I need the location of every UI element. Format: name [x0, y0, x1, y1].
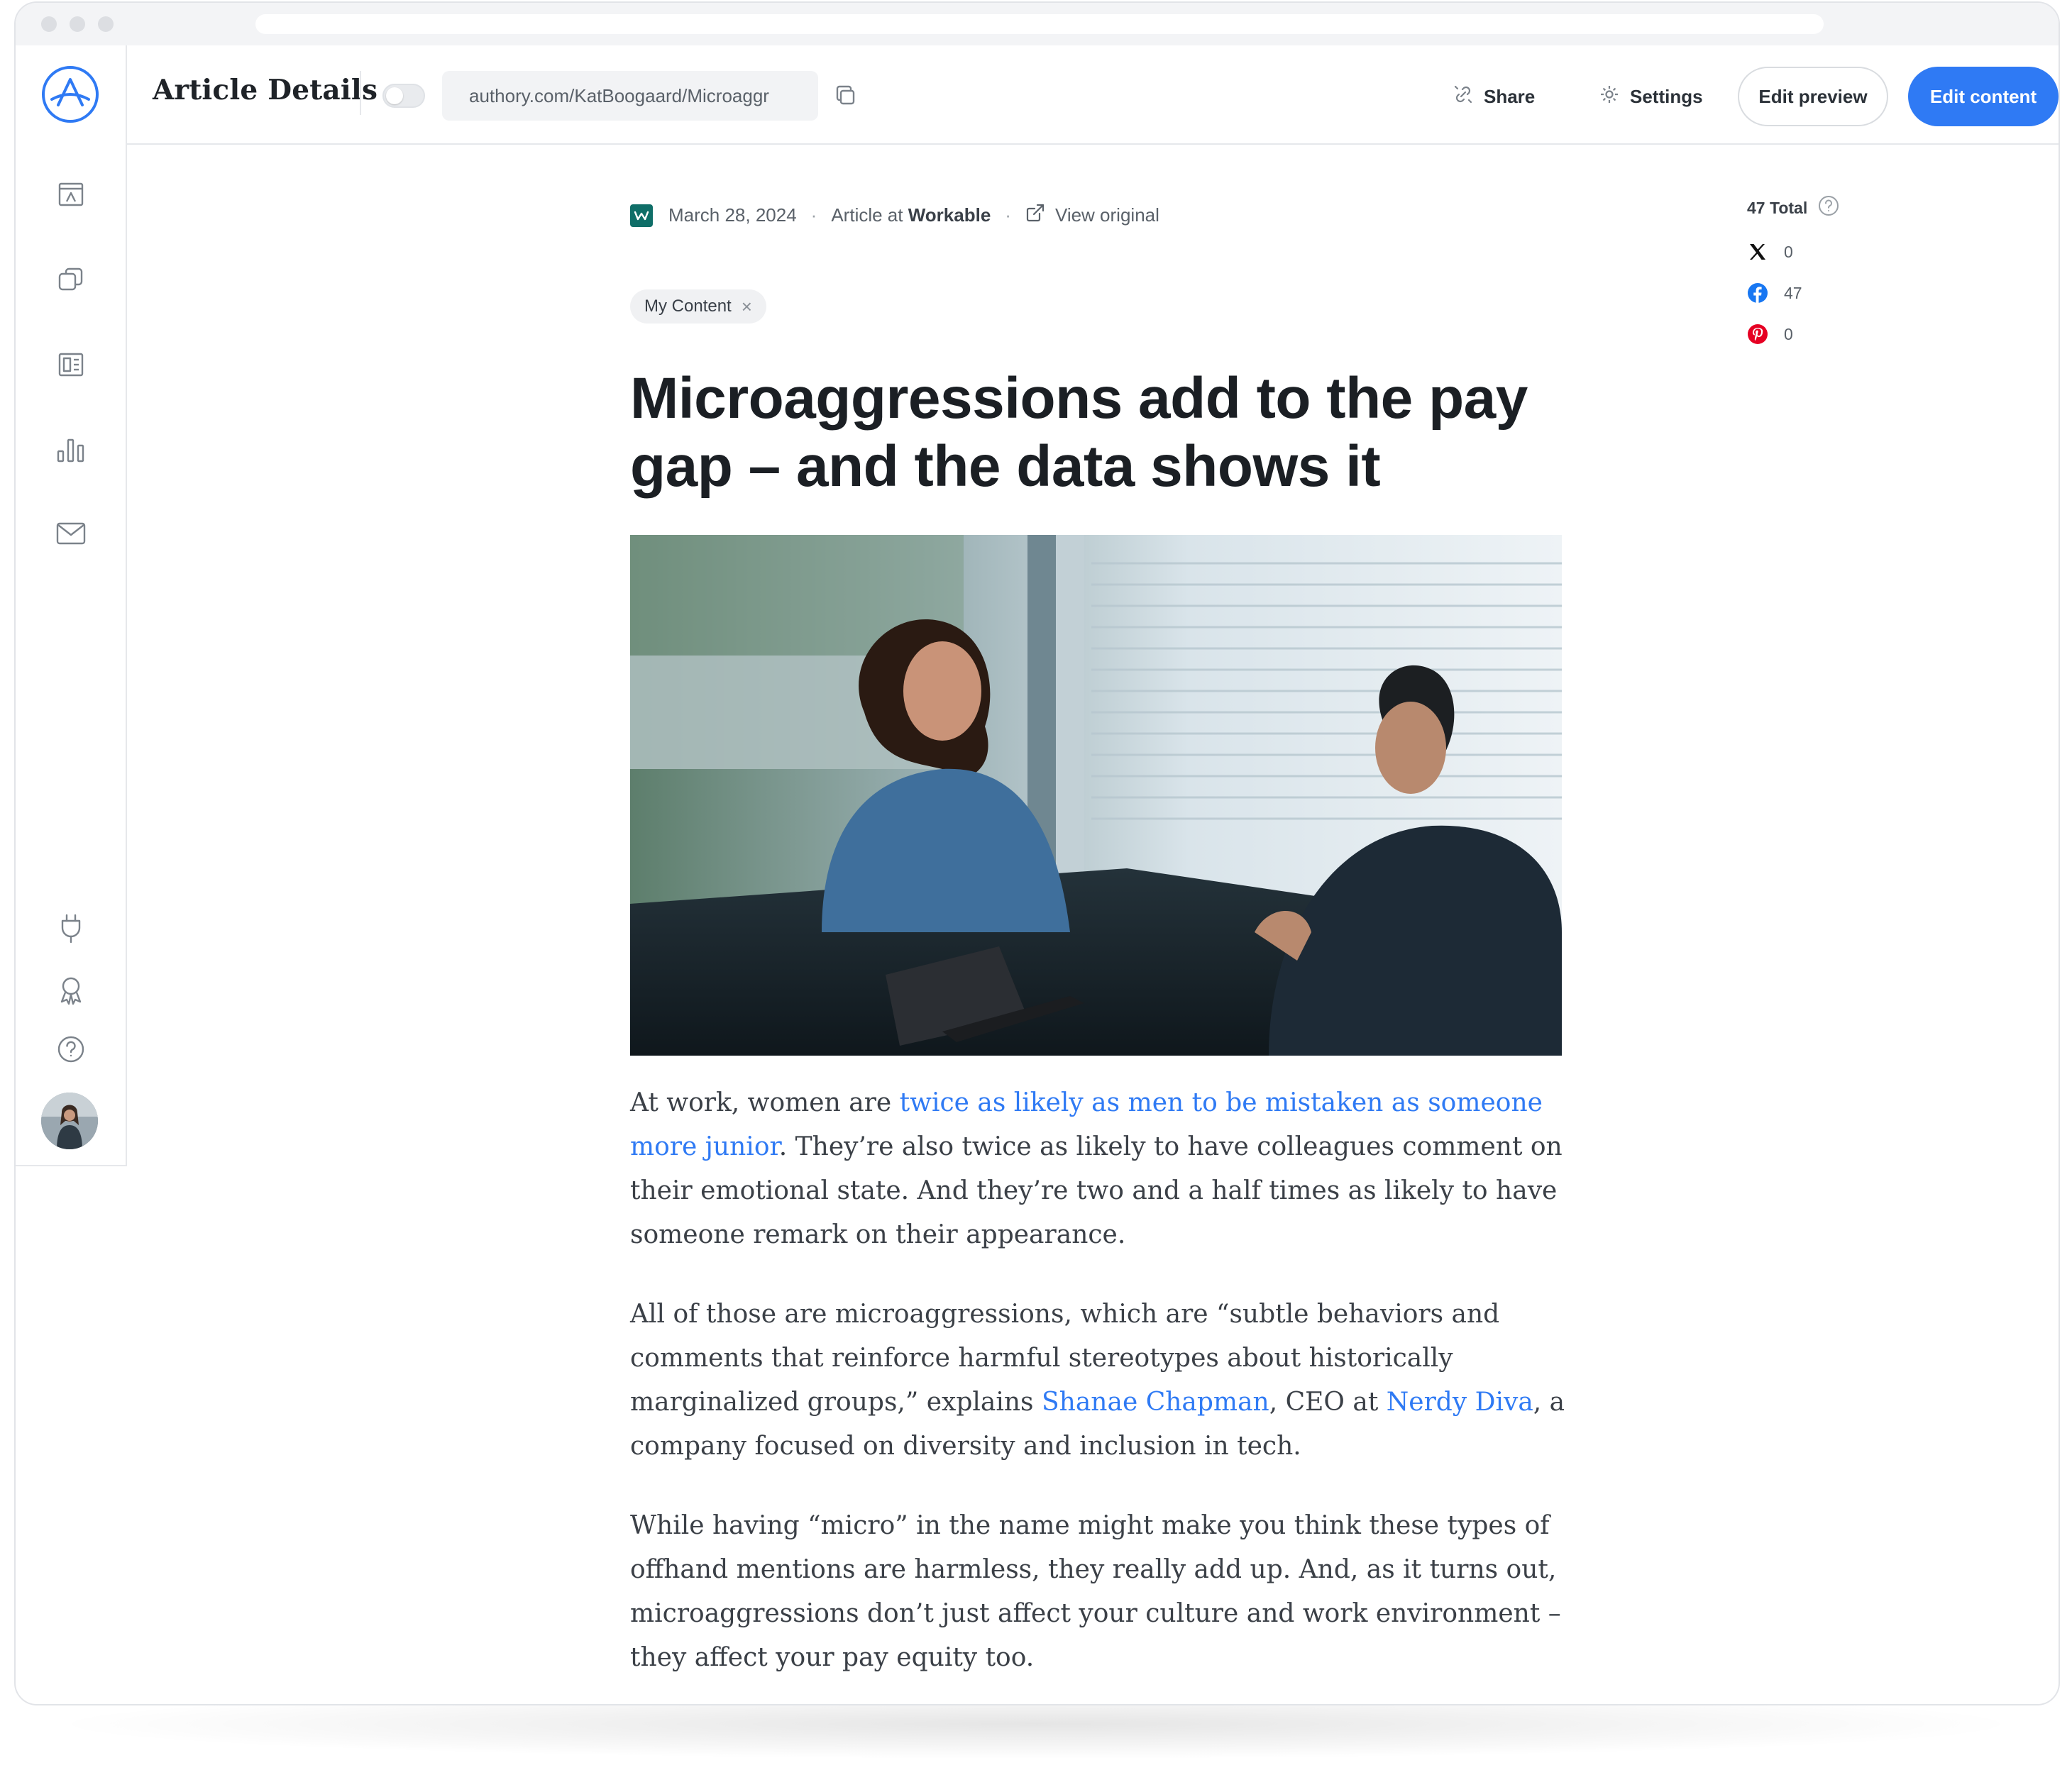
article-date: March 28, 2024	[668, 204, 797, 226]
header-divider	[360, 71, 361, 115]
help-circle-icon[interactable]	[1817, 194, 1840, 221]
authory-logo[interactable]	[40, 64, 101, 125]
copy-stack-icon	[57, 265, 85, 294]
mail-icon	[55, 519, 87, 548]
article-meta: March 28, 2024 · Article at Workable · V…	[630, 203, 1159, 228]
sidebar	[16, 45, 127, 1166]
article-url-field[interactable]: authory.com/KatBoogaard/Microaggr	[442, 71, 818, 121]
share-count: 47	[1784, 283, 1802, 302]
sidebar-item-messages[interactable]	[55, 519, 87, 548]
sidebar-item-collections[interactable]	[57, 265, 85, 294]
settings-label: Settings	[1630, 85, 1703, 107]
meta-separator: ·	[810, 204, 817, 226]
article-title: Microaggressions add to the pay gap – an…	[630, 366, 1528, 499]
view-original-label: View original	[1054, 204, 1159, 226]
share-label: Share	[1484, 85, 1536, 107]
article-publication[interactable]: Workable	[908, 204, 991, 226]
edit-content-button[interactable]: Edit content	[1908, 67, 2059, 126]
article-paragraph: At work, women are twice as likely as me…	[630, 1081, 1595, 1257]
page-title: Article Details	[153, 74, 378, 106]
share-stat-pinterest: 0	[1747, 324, 1840, 345]
paragraph-text: , CEO at	[1269, 1388, 1387, 1417]
facebook-icon	[1747, 282, 1768, 304]
share-total-label: 47 Total	[1747, 198, 1808, 217]
article-paragraph: While having “micro” in the name might m…	[630, 1511, 1561, 1672]
meta-separator: ·	[1005, 204, 1011, 226]
article-type-prefix: Article at	[831, 204, 908, 226]
window-close-dot[interactable]	[41, 16, 57, 32]
sidebar-item-help[interactable]	[56, 1034, 86, 1064]
view-original-link[interactable]: View original	[1025, 203, 1159, 228]
page-header: Article Details authory.com/KatBoogaard/…	[127, 45, 2059, 145]
share-count: 0	[1784, 324, 1793, 343]
sidebar-item-newsletters[interactable]	[57, 350, 85, 379]
paragraph-text: At work, women are	[630, 1088, 900, 1117]
remove-tag-icon[interactable]: ×	[742, 296, 752, 318]
sidebar-item-integrations[interactable]	[57, 912, 85, 944]
gear-icon	[1599, 84, 1620, 110]
content-tag[interactable]: My Content ×	[630, 289, 766, 324]
portfolio-icon	[57, 180, 85, 209]
avatar[interactable]	[41, 1093, 98, 1149]
browser-address-bar[interactable]	[255, 14, 1824, 34]
share-stats-total: 47 Total	[1747, 194, 1840, 221]
external-link-icon	[1025, 203, 1045, 228]
copy-icon[interactable]	[834, 84, 858, 108]
window-maximize-dot[interactable]	[98, 16, 114, 32]
edit-preview-button[interactable]: Edit preview	[1738, 67, 1888, 126]
article-hero-image	[630, 535, 1562, 1056]
workable-favicon-icon	[630, 204, 653, 227]
inline-link[interactable]: Shanae Chapman	[1042, 1388, 1269, 1417]
x-icon	[1747, 241, 1768, 262]
award-icon	[57, 975, 85, 1006]
plug-icon	[57, 912, 85, 944]
share-count: 0	[1784, 242, 1793, 261]
browser-titlebar	[16, 3, 2059, 45]
newspaper-icon	[57, 350, 85, 379]
pinterest-icon	[1747, 324, 1768, 345]
article-paragraph: All of those are microaggressions, which…	[630, 1293, 1595, 1469]
sidebar-item-achievements[interactable]	[57, 975, 85, 1006]
visibility-toggle[interactable]	[382, 84, 425, 108]
share-stat-facebook: 47	[1747, 282, 1840, 304]
content-tag-label: My Content	[644, 297, 732, 316]
browser-window: Article Details authory.com/KatBoogaard/…	[14, 1, 2060, 1705]
sidebar-item-analytics[interactable]	[55, 436, 87, 464]
help-circle-icon	[56, 1034, 86, 1064]
share-stat-x: 0	[1747, 241, 1840, 262]
sidebar-item-portfolio[interactable]	[57, 180, 85, 209]
inline-link[interactable]: Nerdy Diva	[1387, 1388, 1533, 1417]
settings-button[interactable]: Settings	[1599, 67, 1703, 126]
window-minimize-dot[interactable]	[70, 16, 85, 32]
share-link-icon	[1453, 84, 1474, 110]
share-button[interactable]: Share	[1453, 67, 1535, 126]
share-stats-panel: 47 Total 0 47 0	[1747, 194, 1840, 345]
bar-chart-icon	[55, 436, 87, 464]
